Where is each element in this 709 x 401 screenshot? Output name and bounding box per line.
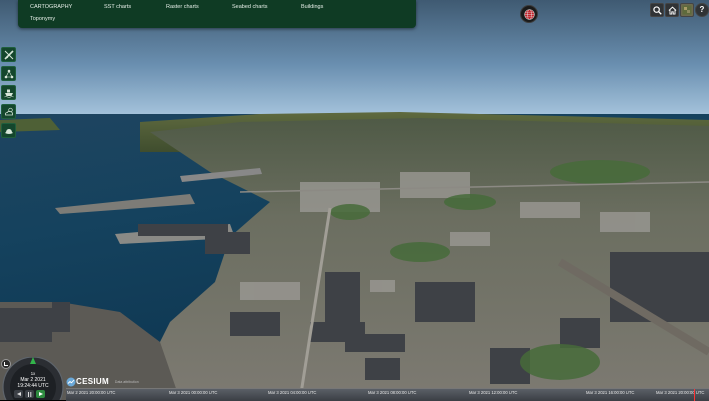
measure-tool-button[interactable] xyxy=(1,47,16,62)
home-button[interactable] xyxy=(665,3,679,17)
timeline-tick-label: Mar 2 2021 20:00:00 UTC xyxy=(67,390,116,395)
search-button[interactable] xyxy=(650,3,664,17)
hat-icon xyxy=(4,128,13,134)
menu-item-cartography[interactable]: CARTOGRAPHY xyxy=(30,4,72,10)
pause-icon xyxy=(27,391,30,397)
menu-item-sst-charts[interactable]: SST charts xyxy=(104,4,131,10)
play-reverse-button[interactable] xyxy=(14,390,23,398)
animation-widget: 1x Mar 2 2021 19:24:44 UTC xyxy=(0,357,66,400)
menu-item-buildings[interactable]: Buildings xyxy=(301,4,323,10)
data-attribution-link[interactable]: Data attribution xyxy=(115,380,139,384)
weather-tool-button[interactable] xyxy=(1,104,16,119)
timeline-tick-label: Mar 3 2021 20:00:00 UTC xyxy=(656,390,705,395)
help-button[interactable]: ? xyxy=(695,3,709,17)
cesium-viewer-scene[interactable] xyxy=(0,0,709,400)
animation-multiplier: 1x xyxy=(30,371,36,376)
animation-time: 19:24:44 UTC xyxy=(17,383,49,389)
home-icon xyxy=(668,6,676,15)
cesium-logo-text[interactable]: CESIUM xyxy=(76,377,109,386)
help-icon: ? xyxy=(699,5,705,14)
cesium-logo-icon xyxy=(66,377,76,386)
menu-item-raster-charts[interactable]: Raster charts xyxy=(166,4,199,10)
menu-item-toponymy[interactable]: Toponymy xyxy=(30,16,55,22)
layers-icon xyxy=(682,5,692,15)
timeline-tick-label: Mar 3 2021 00:00:00 UTC xyxy=(169,390,218,395)
ruler-icon xyxy=(3,49,14,60)
credits-container: CESIUM Data attribution xyxy=(66,376,139,387)
menu-item-seabed-charts[interactable]: Seabed charts xyxy=(232,4,267,10)
globe-icon xyxy=(523,8,535,20)
timeline-tick-label: Mar 3 2021 16:00:00 UTC xyxy=(586,390,635,395)
base-layer-picker-button[interactable] xyxy=(680,3,694,17)
timeline-tick-label: Mar 3 2021 08:00:00 UTC xyxy=(368,390,417,395)
ship-icon xyxy=(3,89,14,98)
top-menu-bar: CARTOGRAPHY SST charts Raster charts Sea… xyxy=(18,0,416,28)
play-icon xyxy=(38,392,43,396)
hat-tool-button[interactable] xyxy=(1,123,16,138)
search-icon xyxy=(652,5,662,15)
network-icon xyxy=(4,69,13,78)
timeline-tick-label: Mar 3 2021 12:00:00 UTC xyxy=(469,390,518,395)
city-terrain xyxy=(0,112,709,400)
play-button[interactable] xyxy=(36,390,45,398)
reverse-icon xyxy=(16,392,21,396)
weather-icon xyxy=(4,107,13,115)
timeline-tick-label: Mar 3 2021 04:00:00 UTC xyxy=(268,390,317,395)
globe-button[interactable] xyxy=(520,5,538,23)
network-tool-button[interactable] xyxy=(1,66,16,81)
pause-button[interactable] xyxy=(25,390,34,398)
timeline[interactable]: Mar 2 2021 20:00:00 UTC Mar 3 2021 00:00… xyxy=(66,388,709,401)
ship-tool-button[interactable] xyxy=(1,85,16,100)
playback-controls xyxy=(14,390,45,398)
timeline-needle[interactable] xyxy=(694,389,695,401)
